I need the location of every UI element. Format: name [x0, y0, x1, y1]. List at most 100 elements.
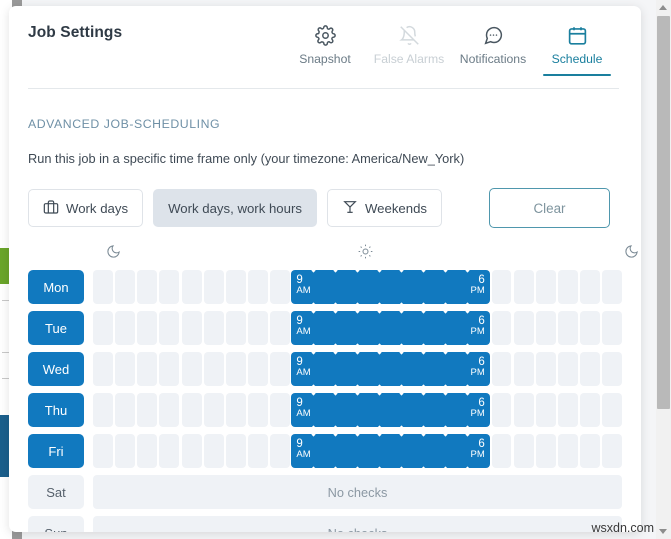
hour-cell[interactable]: [137, 352, 158, 386]
hour-cell[interactable]: [270, 270, 291, 304]
scrollbar-thumb[interactable]: [657, 16, 670, 409]
hour-cell[interactable]: [159, 352, 180, 386]
hour-cell[interactable]: [602, 434, 623, 468]
no-checks-row[interactable]: No checks: [93, 475, 622, 509]
no-checks-row[interactable]: No checks: [93, 516, 622, 532]
scroll-down-arrow-icon[interactable]: [659, 529, 667, 534]
hour-cell[interactable]: [137, 311, 158, 345]
hour-cell[interactable]: [535, 393, 556, 427]
hour-cell[interactable]: [513, 352, 534, 386]
preset-work-days-button[interactable]: Work days: [28, 189, 144, 227]
hour-cell[interactable]: [491, 393, 512, 427]
hour-cell[interactable]: [491, 434, 512, 468]
hour-cell[interactable]: [535, 311, 556, 345]
hour-cell[interactable]: [535, 270, 556, 304]
hour-cell[interactable]: [602, 352, 623, 386]
hour-cell[interactable]: [247, 393, 268, 427]
hour-cell[interactable]: [225, 434, 246, 468]
hour-cell[interactable]: [203, 393, 224, 427]
hour-cell[interactable]: [159, 311, 180, 345]
clear-button[interactable]: Clear: [489, 188, 611, 228]
schedule-block[interactable]: 9 AM 6 PM: [291, 349, 490, 389]
hour-cell[interactable]: [181, 393, 202, 427]
hour-cell[interactable]: [247, 352, 268, 386]
hour-cell[interactable]: [137, 393, 158, 427]
hour-cell[interactable]: [203, 352, 224, 386]
hour-cell[interactable]: [93, 393, 113, 427]
hour-cell[interactable]: [247, 270, 268, 304]
hour-cell[interactable]: [580, 311, 601, 345]
hour-cell[interactable]: [115, 434, 136, 468]
hour-cell[interactable]: [225, 311, 246, 345]
hour-cell[interactable]: [115, 270, 136, 304]
hour-cell[interactable]: [602, 393, 623, 427]
hour-cell[interactable]: [159, 270, 180, 304]
hour-cell[interactable]: [557, 393, 578, 427]
hour-cell[interactable]: [535, 352, 556, 386]
hour-cell[interactable]: [181, 352, 202, 386]
day-chip-sat[interactable]: Sat: [28, 475, 84, 509]
tab-false-alarms[interactable]: False Alarms: [367, 21, 451, 66]
hour-cell[interactable]: [557, 311, 578, 345]
day-chip-wed[interactable]: Wed: [28, 352, 84, 386]
hour-cell[interactable]: [181, 270, 202, 304]
hour-cell[interactable]: [580, 393, 601, 427]
hour-cell[interactable]: [247, 311, 268, 345]
day-chip-thu[interactable]: Thu: [28, 393, 84, 427]
hour-cell[interactable]: [159, 393, 180, 427]
hour-cell[interactable]: [203, 311, 224, 345]
hour-cell[interactable]: [137, 270, 158, 304]
day-chip-mon[interactable]: Mon: [28, 270, 84, 304]
day-chip-fri[interactable]: Fri: [28, 434, 84, 468]
hour-cell[interactable]: [115, 352, 136, 386]
hour-cell[interactable]: [535, 434, 556, 468]
scroll-up-arrow-icon[interactable]: [659, 5, 667, 10]
schedule-block[interactable]: 9 AM 6 PM: [291, 267, 490, 307]
tab-notifications[interactable]: Notifications: [451, 21, 535, 66]
vertical-scrollbar[interactable]: [656, 0, 671, 539]
hour-cell[interactable]: [137, 434, 158, 468]
hour-cell[interactable]: [513, 270, 534, 304]
hour-cell[interactable]: [247, 434, 268, 468]
hour-cell[interactable]: [225, 352, 246, 386]
hour-cell[interactable]: [270, 393, 291, 427]
hour-cell[interactable]: [491, 352, 512, 386]
hour-cell[interactable]: [225, 270, 246, 304]
hour-cell[interactable]: [270, 434, 291, 468]
hour-cell[interactable]: [580, 352, 601, 386]
hour-cell[interactable]: [513, 434, 534, 468]
hour-cell[interactable]: [491, 270, 512, 304]
preset-weekends-button[interactable]: Weekends: [326, 189, 443, 227]
hour-cell[interactable]: [580, 270, 601, 304]
hour-cell[interactable]: [203, 270, 224, 304]
hour-cell[interactable]: [93, 434, 113, 468]
hour-cell[interactable]: [602, 311, 623, 345]
hour-cell[interactable]: [491, 311, 512, 345]
hour-cell[interactable]: [270, 352, 291, 386]
hour-cell[interactable]: [115, 311, 136, 345]
tab-schedule[interactable]: Schedule: [535, 21, 619, 76]
tab-snapshot[interactable]: Snapshot: [283, 21, 367, 66]
hour-cell[interactable]: [557, 434, 578, 468]
hour-cell[interactable]: [513, 393, 534, 427]
hour-cell[interactable]: [580, 434, 601, 468]
hour-cell[interactable]: [203, 434, 224, 468]
hour-cell[interactable]: [93, 270, 113, 304]
hour-cell[interactable]: [513, 311, 534, 345]
hour-cell[interactable]: [115, 393, 136, 427]
hour-cell[interactable]: [602, 270, 623, 304]
preset-work-days-work-hours-button[interactable]: Work days, work hours: [153, 189, 317, 227]
hour-cell[interactable]: [93, 311, 113, 345]
hour-cell[interactable]: [557, 352, 578, 386]
day-chip-tue[interactable]: Tue: [28, 311, 84, 345]
hour-cell[interactable]: [270, 311, 291, 345]
hour-cell[interactable]: [181, 434, 202, 468]
hour-cell[interactable]: [181, 311, 202, 345]
hour-cell[interactable]: [93, 352, 113, 386]
hour-cell[interactable]: [159, 434, 180, 468]
schedule-block[interactable]: 9 AM 6 PM: [291, 390, 490, 430]
hour-cell[interactable]: [557, 270, 578, 304]
schedule-block[interactable]: 9 AM 6 PM: [291, 431, 490, 471]
day-chip-sun[interactable]: Sun: [28, 516, 84, 532]
hour-cell[interactable]: [225, 393, 246, 427]
